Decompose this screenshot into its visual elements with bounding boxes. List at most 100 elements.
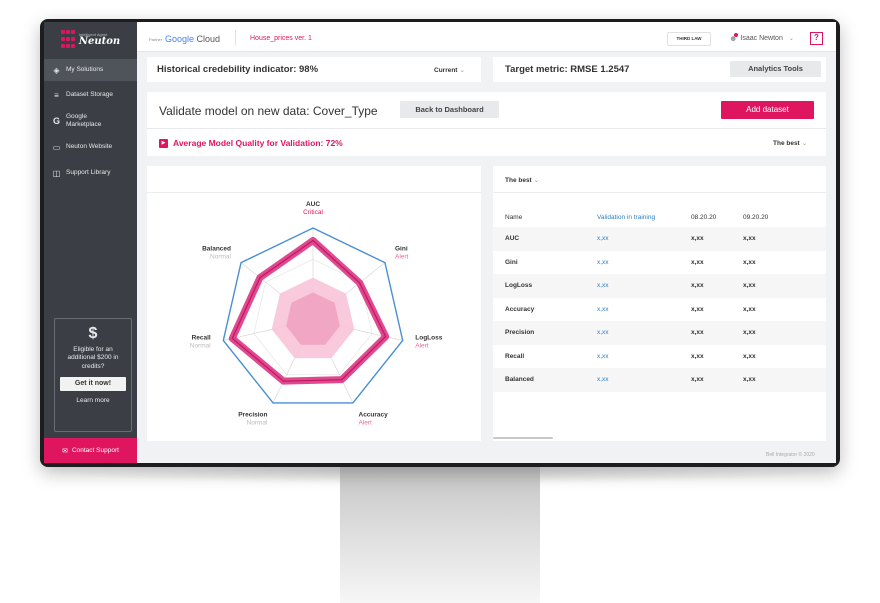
- metric-value[interactable]: x,xx: [597, 329, 609, 336]
- monitor-bezel: Intelligent Agent Neuton ◈ My Solutions …: [40, 19, 840, 467]
- play-icon: ▶: [159, 138, 168, 148]
- table-row: AUC x,xx x,xx x,xx: [493, 227, 826, 251]
- radar-axis-label: Accuracy: [359, 411, 389, 418]
- help-button[interactable]: ?: [810, 32, 823, 45]
- learn-more-link[interactable]: Learn more: [55, 397, 131, 404]
- radar-axis-status: Normal: [190, 342, 212, 349]
- metric-value[interactable]: x,xx: [597, 259, 609, 266]
- radar-axis-label: Precision: [238, 411, 267, 418]
- horizontal-scrollbar[interactable]: [493, 437, 553, 439]
- project-name[interactable]: House_prices ver. 1: [250, 35, 312, 42]
- divider: [493, 192, 826, 193]
- metric-value: x,xx: [743, 305, 756, 313]
- sidebar-item-label: Neuton Website: [66, 142, 113, 150]
- radar-axis-status: Normal: [210, 254, 232, 261]
- chevron-down-icon: ⌄: [788, 36, 794, 42]
- top-bar: Partner Google Cloud House_prices ver. 1…: [137, 22, 836, 52]
- column-header[interactable]: Validation in training: [597, 214, 655, 221]
- contact-support-label: Contact Support: [71, 447, 119, 454]
- credibility-card: Historical credebility indicator: 98% Cu…: [147, 57, 481, 82]
- analytics-tools-button[interactable]: Analytics Tools: [730, 61, 821, 77]
- credibility-select[interactable]: Current ⌄: [434, 66, 465, 74]
- radar-axis-status: Alert: [415, 342, 429, 349]
- credits-promo: $ Eligible for an additional $200 in cre…: [54, 318, 132, 432]
- monitor-icon: ▭: [52, 142, 61, 152]
- metric-name: Gini: [505, 258, 518, 266]
- table-row: Accuracy x,xx x,xx x,xx: [493, 298, 826, 322]
- metric-name: Balanced: [505, 376, 534, 383]
- metric-value: x,xx: [743, 258, 756, 266]
- table-row: Precision x,xx x,xx x,xx: [493, 321, 826, 345]
- column-header: 09.20.20: [743, 214, 769, 221]
- table-row: Balanced x,xx x,xx x,xx: [493, 368, 826, 392]
- brand-name: Neuton: [78, 36, 121, 47]
- column-header: 08.20.20: [691, 214, 717, 221]
- metric-value: x,xx: [691, 376, 704, 383]
- sidebar-item-google-marketplace[interactable]: G Google Marketplace: [44, 109, 137, 133]
- metric-value: x,xx: [691, 305, 704, 313]
- metric-value[interactable]: x,xx: [597, 376, 609, 383]
- layers-icon: ◈: [53, 65, 60, 75]
- metric-value: x,xx: [691, 329, 704, 336]
- radar-axis-status: Critical: [303, 209, 323, 216]
- notification-dot: [734, 33, 738, 37]
- metric-name: Recall: [505, 352, 525, 360]
- app-screen: Intelligent Agent Neuton ◈ My Solutions …: [44, 22, 836, 463]
- metric-value: x,xx: [691, 235, 704, 242]
- table-filter-select[interactable]: The best ⌄: [505, 176, 539, 184]
- best-select[interactable]: The best ⌄: [773, 139, 807, 147]
- dollar-icon: $: [88, 325, 98, 342]
- neuton-logo-icon: [60, 30, 75, 50]
- table-filter-value: The best: [505, 177, 532, 184]
- metric-value: x,xx: [743, 376, 756, 383]
- user-icon: ☻: [729, 33, 738, 43]
- radar-chart: AUCCriticalGiniAlertLogLossAlertAccuracy…: [190, 201, 443, 426]
- table-row: Gini x,xx x,xx x,xx: [493, 251, 826, 275]
- metric-value: x,xx: [743, 352, 756, 360]
- credibility-indicator: Historical credebility indicator: 98%: [157, 64, 319, 75]
- google-cloud-logo[interactable]: Google Cloud: [165, 34, 220, 44]
- sidebar-item-neuton-website[interactable]: ▭ Neuton Website: [44, 136, 137, 158]
- third-law-logo[interactable]: THIRD LAW: [667, 32, 711, 46]
- metric-value[interactable]: x,xx: [597, 282, 609, 289]
- metric-value[interactable]: x,xx: [597, 235, 609, 242]
- get-it-now-button[interactable]: Get it now!: [60, 377, 126, 392]
- radar-axis-label: AUC: [306, 201, 320, 208]
- brand-logo[interactable]: Intelligent Agent Neuton: [44, 22, 137, 58]
- sidebar-item-label: Google Marketplace: [66, 112, 102, 128]
- metric-value[interactable]: x,xx: [597, 306, 609, 313]
- radar-axis-status: Alert: [395, 254, 409, 261]
- user-menu[interactable]: ☻ Isaac Newton ⌄: [729, 33, 794, 43]
- sidebar-item-my-solutions[interactable]: ◈ My Solutions: [44, 59, 137, 81]
- add-dataset-button[interactable]: Add dataset: [721, 101, 814, 119]
- table-row: Recall x,xx x,xx x,xx: [493, 345, 826, 369]
- radar-axis-label: Recall: [192, 334, 211, 341]
- book-icon: ◫: [52, 168, 61, 178]
- cloud-word: Cloud: [196, 34, 221, 44]
- chevron-down-icon: ⌄: [459, 67, 465, 74]
- model-quality: ▶ Average Model Quality for Validation: …: [159, 138, 343, 148]
- target-metric: Target metric: RMSE 1.2547: [505, 64, 630, 75]
- metrics-table-card: The best ⌄ Name Validation in training 08…: [493, 166, 826, 441]
- metric-value: x,xx: [743, 282, 756, 289]
- contact-support-button[interactable]: ✉ Contact Support: [44, 438, 137, 463]
- table-header: Name Validation in training 08.20.20 09.…: [493, 206, 826, 230]
- sidebar: Intelligent Agent Neuton ◈ My Solutions …: [44, 22, 137, 463]
- metric-value: x,xx: [691, 258, 704, 266]
- sidebar-item-support-library[interactable]: ◫ Support Library: [44, 162, 137, 184]
- sidebar-item-label: My Solutions: [66, 65, 104, 73]
- metric-name: AUC: [505, 235, 520, 242]
- metric-value[interactable]: x,xx: [597, 353, 609, 360]
- chevron-down-icon: ⌄: [801, 140, 808, 147]
- back-to-dashboard-button[interactable]: Back to Dashboard: [400, 101, 499, 118]
- radar-axis-status: Normal: [247, 419, 269, 426]
- google-g-icon: G: [52, 116, 60, 126]
- page-title: Validate model on new data: Cover_Type: [159, 104, 378, 118]
- chevron-down-icon: ⌄: [533, 177, 540, 184]
- radar-axis-status: Alert: [359, 419, 373, 426]
- metric-value: x,xx: [743, 235, 756, 242]
- envelope-icon: ✉: [62, 447, 68, 455]
- copyright: Bell Integrator © 2020: [766, 452, 815, 458]
- sidebar-item-dataset-storage[interactable]: ≡ Dataset Storage: [44, 84, 137, 106]
- radar-card: AUC Critical Gini Alert LogLoss Alert Accuracy…: [147, 166, 481, 441]
